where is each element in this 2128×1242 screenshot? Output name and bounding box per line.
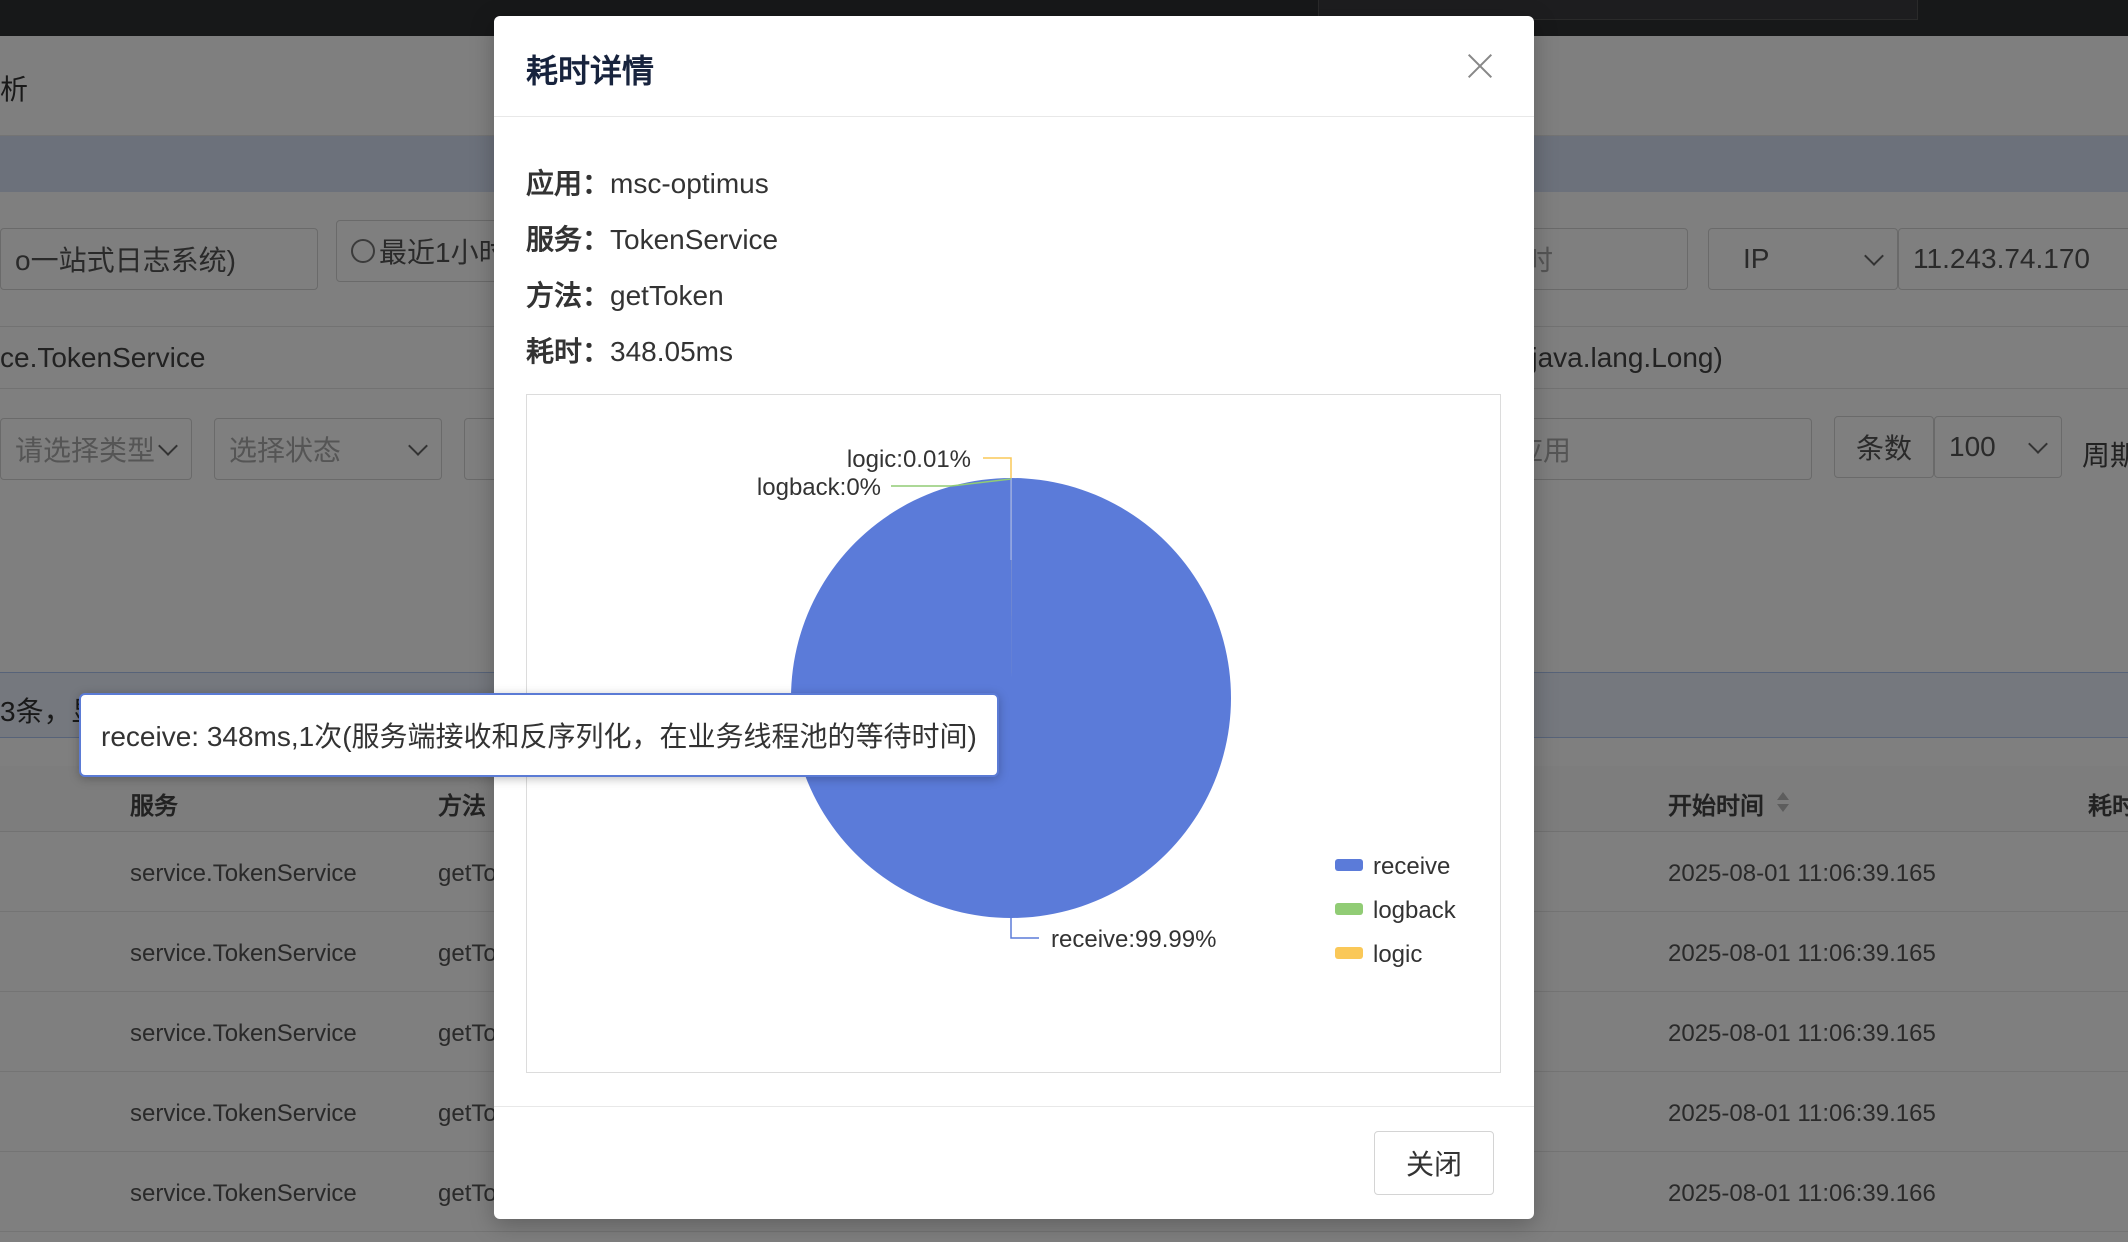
duration-detail-modal: 耗时详情 应用：msc-optimus 服务：TokenService 方法：g… <box>494 16 1534 1219</box>
colon: ： <box>582 224 611 255</box>
colon: ： <box>582 168 611 199</box>
data-label-receive: receive:99.99% <box>1051 926 1216 953</box>
detail-duration-value: 348.05ms <box>610 336 733 367</box>
detail-service: 服务：TokenService <box>526 218 778 258</box>
data-label-logic: logic:0.01% <box>847 446 971 473</box>
label-line-logic <box>983 457 1012 478</box>
tooltip-text: receive: 348ms,1次(服务端接收和反序列化，在业务线程池的等待时间… <box>101 721 977 752</box>
legend-item-receive[interactable]: receive <box>1373 853 1450 880</box>
legend-swatch-logback[interactable] <box>1335 903 1363 915</box>
label-line-receive <box>1010 918 1039 939</box>
colon: ： <box>582 280 611 311</box>
detail-app-value: msc-optimus <box>610 168 769 199</box>
detail-duration-key: 耗时 <box>526 336 583 367</box>
detail-app: 应用：msc-optimus <box>526 162 769 202</box>
close-icon[interactable] <box>1462 48 1498 84</box>
detail-service-key: 服务 <box>526 224 583 255</box>
detail-method-key: 方法 <box>526 280 583 311</box>
colon: ： <box>582 336 611 367</box>
detail-duration: 耗时：348.05ms <box>526 330 733 370</box>
close-button[interactable]: 关闭 <box>1374 1131 1494 1195</box>
legend-item-logic[interactable]: logic <box>1373 941 1422 968</box>
data-label-logback: logback:0% <box>757 474 881 501</box>
modal-title: 耗时详情 <box>526 53 655 89</box>
detail-app-key: 应用 <box>526 168 583 199</box>
modal-footer: 关闭 <box>494 1106 1534 1219</box>
legend-swatch-receive[interactable] <box>1335 859 1363 871</box>
detail-method: 方法：getToken <box>526 274 724 314</box>
legend-swatch-logic[interactable] <box>1335 947 1363 959</box>
legend-item-logback[interactable]: logback <box>1373 897 1457 924</box>
detail-service-value: TokenService <box>610 224 779 255</box>
chart-tooltip: receive: 348ms,1次(服务端接收和反序列化，在业务线程池的等待时间… <box>79 693 999 777</box>
modal-header: 耗时详情 <box>494 16 1534 117</box>
detail-method-value: getToken <box>610 280 724 311</box>
